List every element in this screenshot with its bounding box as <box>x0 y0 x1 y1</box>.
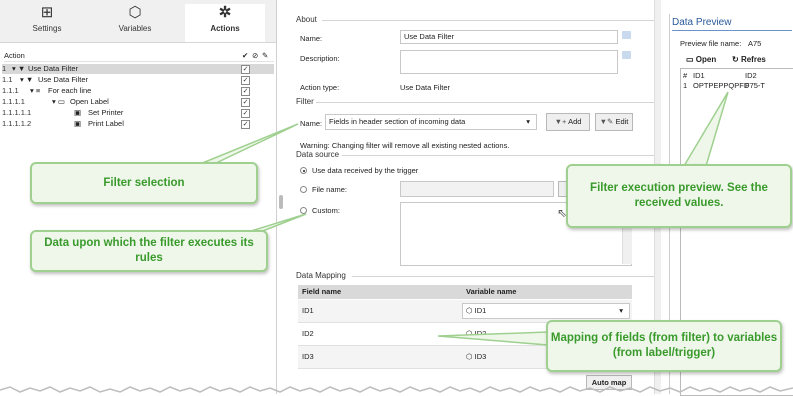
callout-filter-selection: Filter selection <box>30 162 258 204</box>
torn-edge <box>0 386 793 393</box>
pointer-preview <box>682 91 729 167</box>
callout-mapping: Mapping of fields (from filter) to varia… <box>546 320 782 372</box>
callout-preview: Filter execution preview. See the receiv… <box>566 164 792 228</box>
pointer-filter-selection <box>199 123 299 165</box>
callout-data-upon: Data upon which the filter executes its … <box>30 230 268 272</box>
pointer-mapping <box>437 331 549 346</box>
